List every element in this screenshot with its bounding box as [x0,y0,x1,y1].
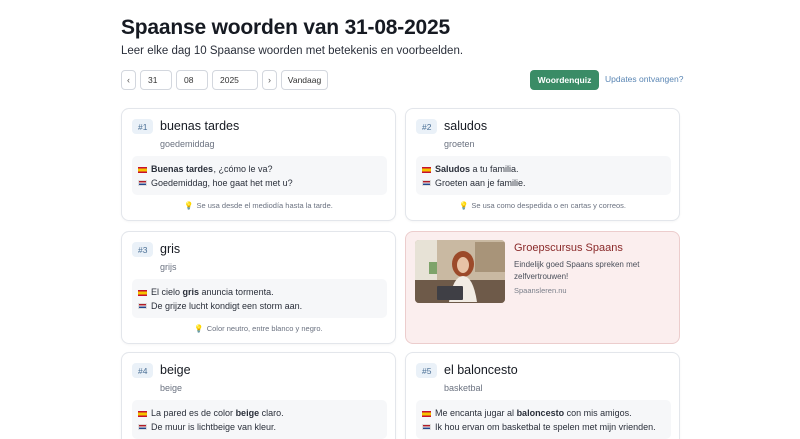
date-toolbar: ‹ 31 08 2025 › Vandaag Woordenquiz Updat… [121,70,683,90]
ad-title[interactable]: Groepscursus Spaans [514,242,623,254]
woman-with-laptop-image [415,240,505,303]
word-card: #1 buenas tardes goedemiddag Buenas tard… [121,108,396,221]
spain-flag-icon [138,289,147,296]
word-number-badge: #2 [416,119,438,134]
next-day-button[interactable]: › [262,70,277,90]
word-number-badge: #5 [416,363,438,378]
word-number-badge: #3 [132,242,154,257]
dutch-translation: beige [160,383,183,393]
prev-day-button[interactable]: ‹ [121,70,136,90]
example-box: Buenas tardes, ¿cómo le va? Goedemiddag,… [132,156,387,195]
month-input[interactable]: 08 [176,70,208,90]
netherlands-flag-icon [138,303,147,310]
word-card: #4 beige beige La pared es de color beige… [121,352,396,439]
usage-tip: 💡 Se usa como despedida o en cartas y cor… [458,201,626,210]
word-number-badge: #4 [132,363,154,378]
spain-flag-icon [138,410,147,417]
page-subtitle: Leer elke dag 10 Spaanse woorden met bet… [121,45,464,57]
ad-card[interactable]: Groepscursus Spaans Eindelijk goed Spaan… [405,231,680,344]
example-box: Me encanta jugar al baloncesto con mis ami… [416,400,671,439]
word-quiz-button[interactable]: Woordenquiz [530,70,599,90]
example-box: Saludos a tu familia. Groeten aan je fami… [416,156,671,195]
lightbulb-icon: 💡 [184,201,194,210]
spanish-word: saludos [444,119,488,133]
example-box: La pared es de color beige claro. De muur … [132,400,387,439]
dutch-example: Goedemiddag, hoe gaat het met u? [138,177,379,191]
spanish-word: beige [160,363,191,377]
day-input[interactable]: 31 [140,70,172,90]
today-button[interactable]: Vandaag [281,70,328,90]
dutch-example: De muur is lichtbeige van kleur. [138,421,379,435]
updates-link[interactable]: Updates ontvangen? [605,74,683,84]
year-input[interactable]: 2025 [212,70,258,90]
spanish-example: La pared es de color beige claro. [138,407,379,421]
netherlands-flag-icon [422,180,431,187]
dutch-translation: basketbal [444,383,483,393]
dutch-translation: goedemiddag [160,139,215,149]
lightbulb-icon: 💡 [458,201,469,210]
usage-tip: 💡 Se usa desde el mediodía hasta la tarde… [184,201,333,210]
example-box: El cielo gris anuncia tormenta. De grijze … [132,279,387,318]
word-number-badge: #1 [132,119,154,134]
usage-tip: 💡 Color neutro, entre blanco y negro. [194,324,323,333]
netherlands-flag-icon [422,424,431,431]
dutch-example: Groeten aan je familie. [422,177,663,191]
spanish-word: buenas tardes [160,119,240,133]
word-card: #3 gris grijs El cielo gris anuncia tormen… [121,231,396,344]
spanish-example: Me encanta jugar al baloncesto con mis ami… [422,407,663,421]
spanish-example: Buenas tardes, ¿cómo le va? [138,163,379,177]
netherlands-flag-icon [138,180,147,187]
spanish-example: El cielo gris anuncia tormenta. [138,286,379,300]
spanish-word: el baloncesto [444,363,518,377]
spanish-word: gris [160,242,181,256]
lightbulb-icon: 💡 [194,324,204,333]
dutch-example: Ik hou ervan om basketbal te spelen met … [422,421,663,435]
dutch-translation: groeten [444,139,475,149]
spain-flag-icon [138,166,147,173]
word-card: #2 saludos groeten Saludos a tu familia. … [405,108,680,221]
ad-domain: Spaansleren.nu [514,286,567,295]
spain-flag-icon [422,410,431,417]
spanish-example: Saludos a tu familia. [422,163,663,177]
netherlands-flag-icon [138,424,147,431]
dutch-translation: grijs [160,262,177,272]
spain-flag-icon [422,166,431,173]
page-title: Spaanse woorden van 31-08-2025 [121,16,450,39]
word-card: #5 el baloncesto basketbal Me encanta ju… [405,352,680,439]
dutch-example: De grijze lucht kondigt een storm aan. [138,300,379,314]
ad-image[interactable] [415,240,505,303]
ad-description: Eindelijk goed Spaans spreken met zelfve… [514,260,640,281]
